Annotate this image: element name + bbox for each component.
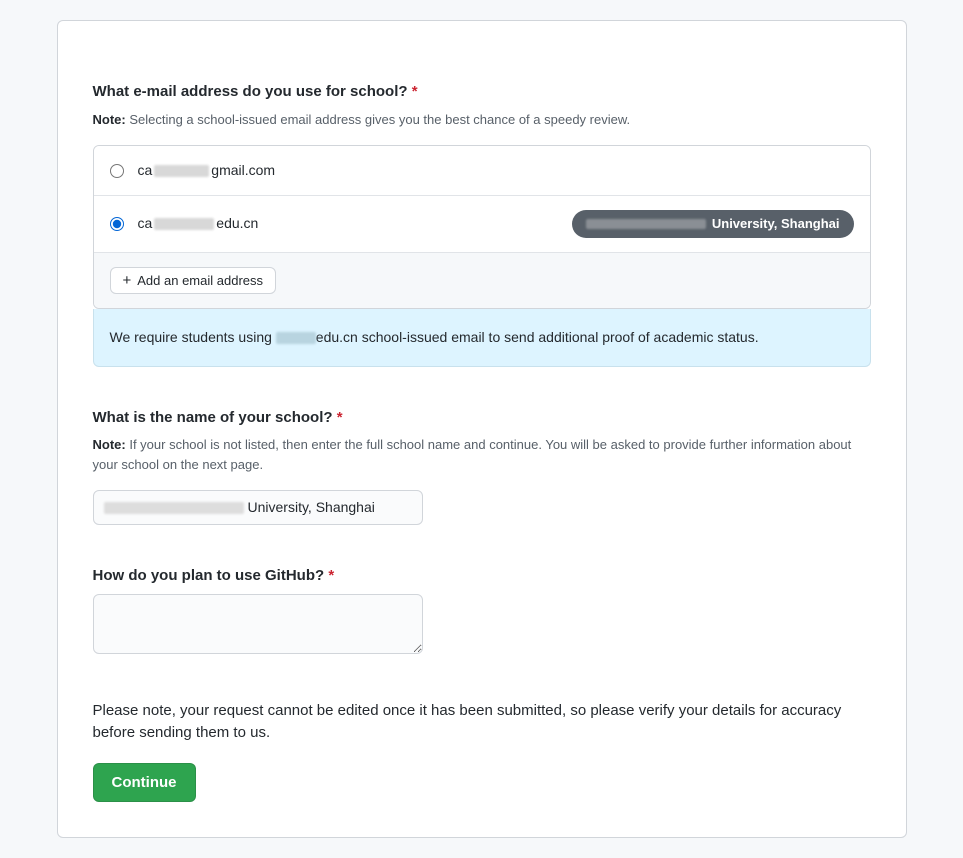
add-email-label: Add an email address — [137, 273, 263, 288]
continue-button[interactable]: Continue — [93, 763, 196, 802]
usage-section: How do you plan to use GitHub? * — [93, 565, 871, 660]
add-email-button[interactable]: + Add an email address — [110, 267, 277, 294]
email-option-2[interactable]: ca edu.cn University, Shanghai — [94, 196, 870, 252]
plus-icon: + — [123, 273, 132, 288]
email-options-box: ca gmail.com ca edu.cn University, Shangha… — [93, 145, 871, 309]
note-text: Selecting a school-issued email address … — [126, 112, 630, 127]
email-prefix-1: ca — [138, 160, 153, 181]
redacted-icon — [276, 332, 316, 344]
email-suffix-2: edu.cn — [216, 213, 258, 234]
note-label: Note: — [93, 112, 126, 127]
email-prefix-2: ca — [138, 213, 153, 234]
info-mid: edu.cn — [316, 329, 358, 345]
form-container: What e-mail address do you use for schoo… — [57, 20, 907, 838]
info-suffix: school-issued email to send additional p… — [358, 329, 759, 345]
info-banner: We require students using edu.cn school-… — [93, 309, 871, 367]
continue-label: Continue — [112, 774, 177, 791]
badge-text: University, Shanghai — [712, 214, 840, 234]
email-suffix-1: gmail.com — [211, 160, 275, 181]
required-asterisk: * — [328, 567, 334, 584]
add-email-row: + Add an email address — [94, 252, 870, 308]
email-question-text: What e-mail address do you use for schoo… — [93, 83, 408, 100]
school-value-suffix: University, Shanghai — [248, 497, 375, 518]
school-badge: University, Shanghai — [572, 210, 854, 238]
redacted-icon — [154, 218, 214, 230]
required-asterisk: * — [337, 409, 343, 426]
usage-textarea[interactable] — [93, 594, 423, 654]
required-asterisk: * — [412, 83, 418, 100]
usage-question-title: How do you plan to use GitHub? * — [93, 565, 871, 588]
info-prefix: We require students using — [110, 329, 276, 345]
email-note: Note: Selecting a school-issued email ad… — [93, 110, 871, 130]
school-note: Note: If your school is not listed, then… — [93, 435, 871, 474]
redacted-icon — [154, 165, 209, 177]
email-section: What e-mail address do you use for schoo… — [93, 81, 871, 367]
email-option-1[interactable]: ca gmail.com — [94, 146, 870, 196]
school-question-text: What is the name of your school? — [93, 409, 333, 426]
disclaimer-text: Please note, your request cannot be edit… — [93, 700, 871, 745]
email-question-title: What e-mail address do you use for schoo… — [93, 81, 871, 104]
email-radio-2[interactable] — [110, 217, 124, 231]
school-question-title: What is the name of your school? * — [93, 407, 871, 430]
school-section: What is the name of your school? * Note:… — [93, 407, 871, 526]
email-text-1: ca gmail.com — [138, 160, 276, 181]
email-text-2: ca edu.cn — [138, 213, 259, 234]
redacted-icon — [104, 502, 244, 514]
note-text: If your school is not listed, then enter… — [93, 437, 852, 472]
redacted-icon — [586, 219, 706, 229]
note-label: Note: — [93, 437, 126, 452]
email-radio-1[interactable] — [110, 164, 124, 178]
usage-question-text: How do you plan to use GitHub? — [93, 567, 325, 584]
school-name-input[interactable]: University, Shanghai — [93, 490, 423, 525]
